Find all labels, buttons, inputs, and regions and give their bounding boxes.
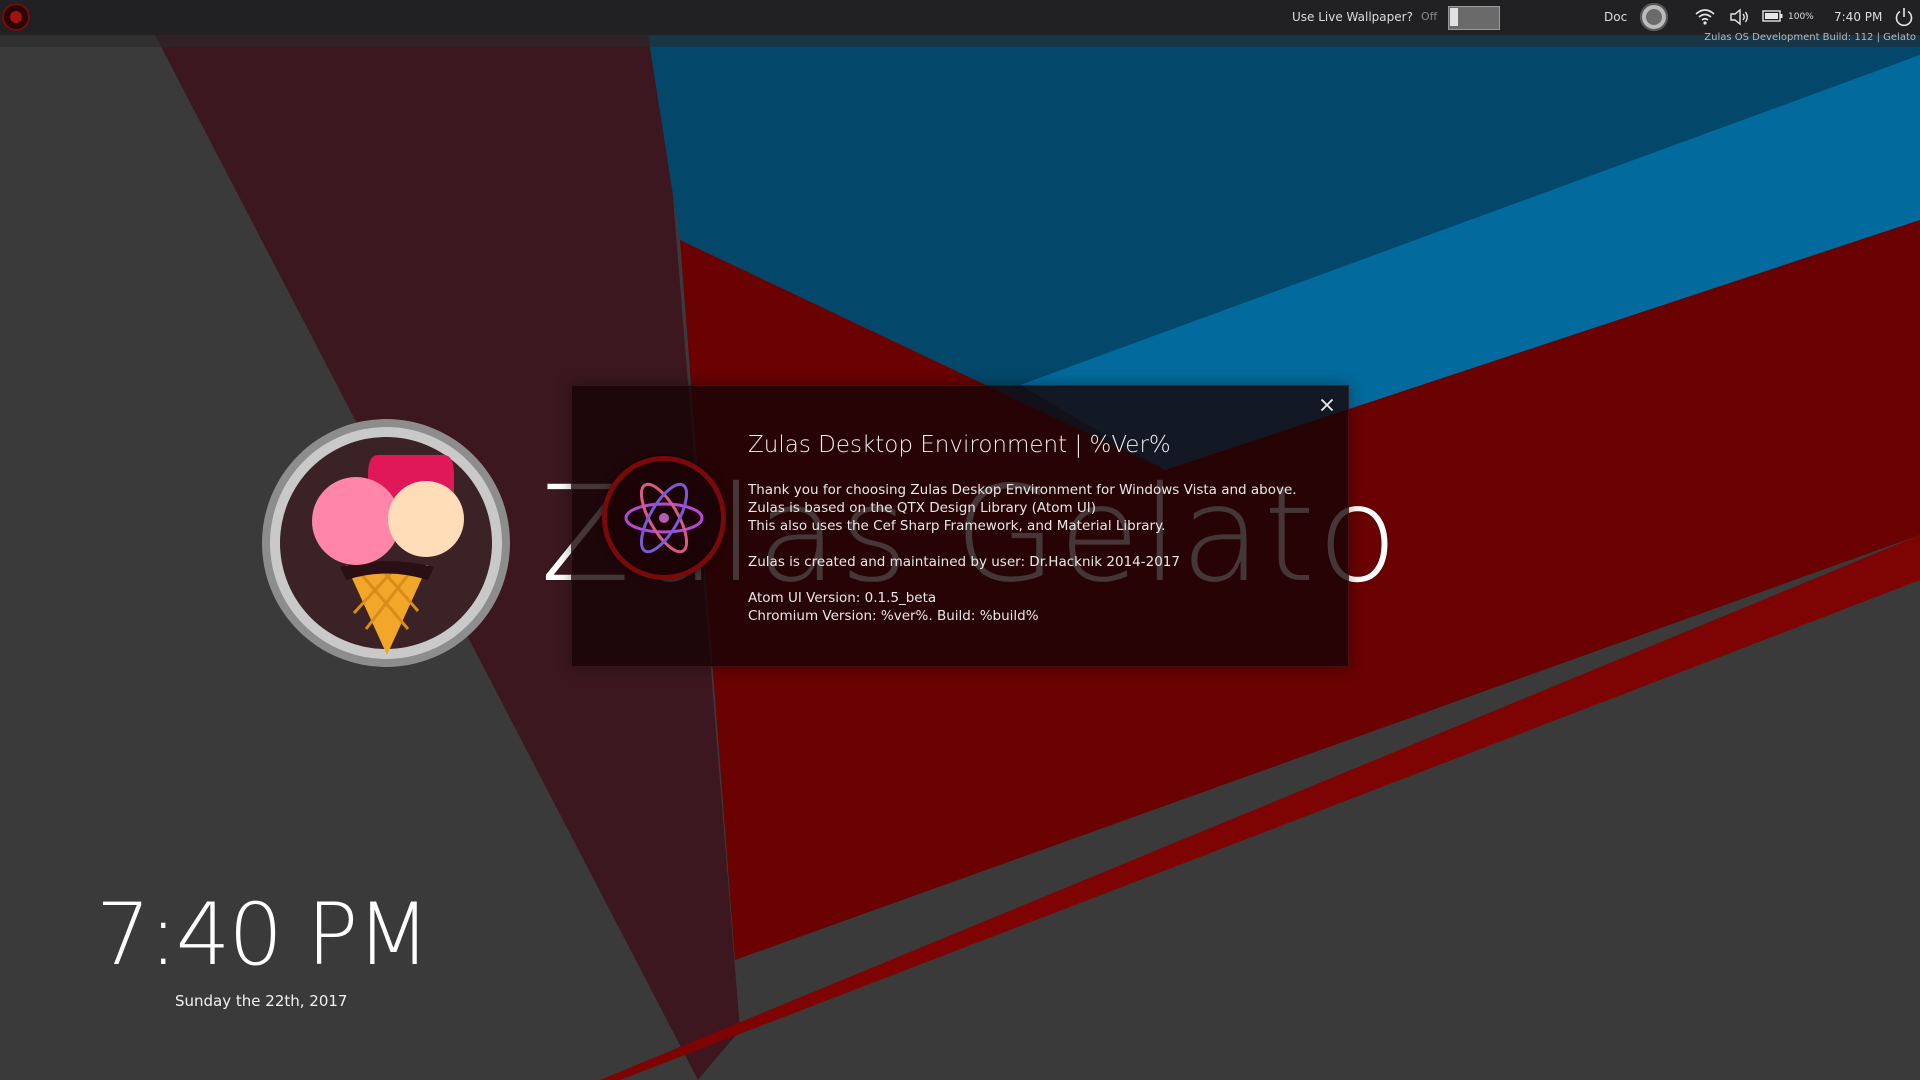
battery-percent: 100%: [1788, 12, 1814, 22]
battery-icon[interactable]: [1762, 9, 1784, 23]
user-name[interactable]: Doc: [1604, 10, 1627, 24]
wifi-icon[interactable]: [1694, 6, 1716, 28]
dialog-line-author: Zulas is created and maintained by user:…: [748, 554, 1180, 570]
atom-logo-icon: [602, 456, 726, 580]
live-wallpaper-toggle[interactable]: [1448, 6, 1500, 30]
about-dialog: Zulas Desktop Environment | %Ver% Thank …: [571, 385, 1349, 667]
dialog-line-thanks: Thank you for choosing Zulas Deskop Envi…: [748, 482, 1297, 498]
dialog-title: Zulas Desktop Environment | %Ver%: [748, 432, 1171, 458]
build-info: Zulas OS Development Build: 112 | Gelato: [1704, 32, 1916, 43]
power-icon[interactable]: [1893, 6, 1915, 28]
live-wallpaper-state: Off: [1421, 10, 1438, 23]
desktop-clock-time: 7:40 PM: [96, 885, 431, 985]
close-button[interactable]: [1316, 394, 1338, 416]
gelato-ice-cream-logo: [262, 419, 510, 667]
user-avatar[interactable]: [1640, 3, 1668, 31]
volume-icon[interactable]: [1728, 6, 1750, 28]
dialog-line-chromium-version: Chromium Version: %ver%. Build: %build%: [748, 608, 1039, 624]
tray-clock[interactable]: 7:40 PM: [1834, 10, 1882, 24]
dialog-line-frameworks: This also uses the Cef Sharp Framework, …: [748, 518, 1166, 534]
dialog-body: Thank you for choosing Zulas Deskop Envi…: [748, 481, 1328, 625]
close-icon: [1320, 398, 1334, 412]
desktop-clock-date: Sunday the 22th, 2017: [175, 992, 348, 1010]
dialog-line-atom-version: Atom UI Version: 0.1.5_beta: [748, 590, 937, 606]
top-bar: Use Live Wallpaper? Off Doc 100% 7:40 PM: [0, 0, 1920, 35]
top-bar-shadow: [0, 35, 1920, 47]
live-wallpaper-label: Use Live Wallpaper?: [1292, 10, 1413, 24]
dialog-line-based-on: Zulas is based on the QTX Design Library…: [748, 500, 1097, 516]
start-orb-icon[interactable]: [2, 3, 30, 31]
